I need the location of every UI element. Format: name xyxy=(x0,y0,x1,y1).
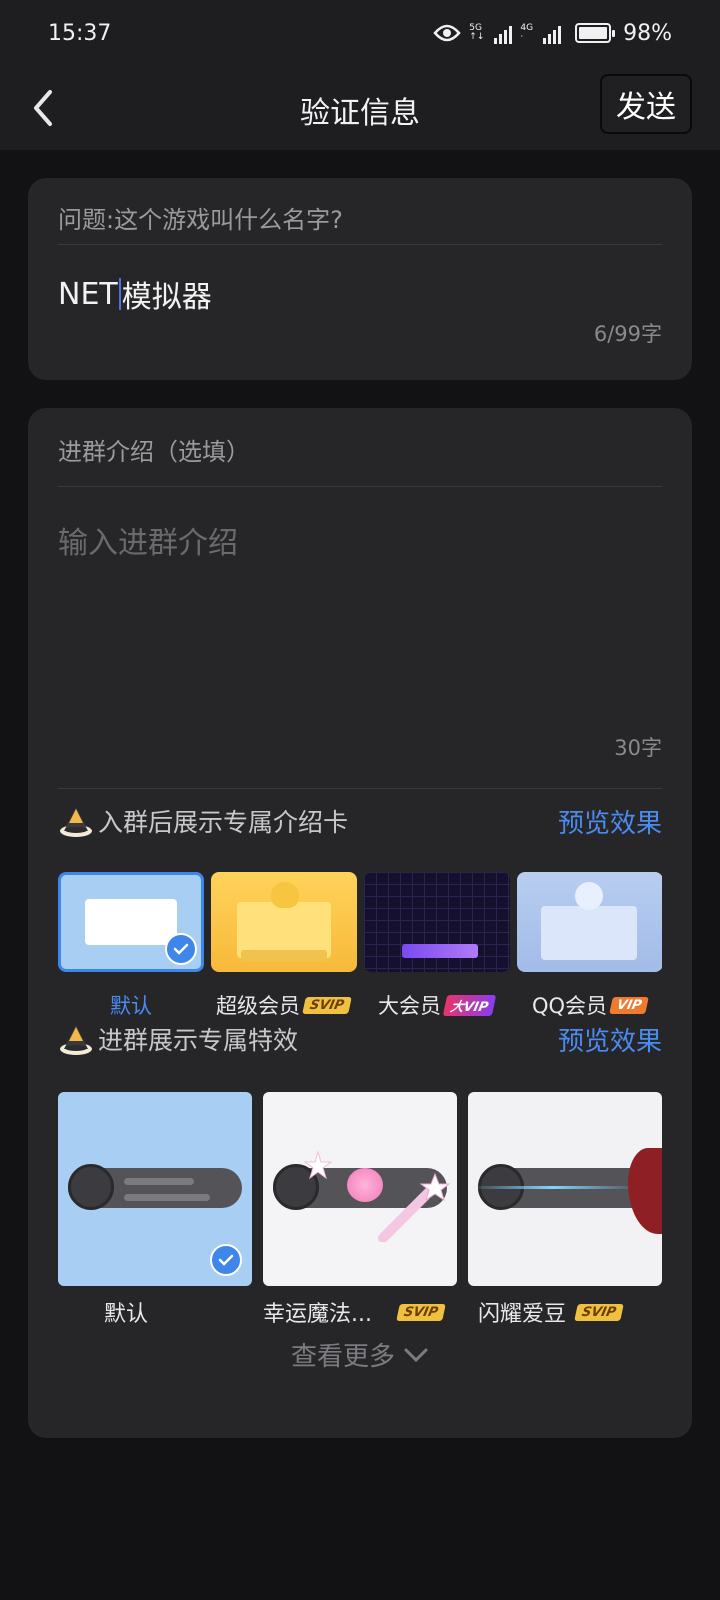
status-icons: 5G ↑↓ 4G · 98% xyxy=(433,21,672,46)
effect-shining-idol[interactable] xyxy=(468,1092,662,1286)
divider xyxy=(58,788,662,789)
intro-card-list: 默认 超级会员 SVIP 大会员 大VIP QQ会员 VIP xyxy=(58,872,662,1022)
effect-section-header: 进群展示专属特效 预览效果 xyxy=(58,1012,662,1066)
answer-text-before: NET xyxy=(58,276,118,312)
answer-counter: 6/99字 xyxy=(593,322,662,346)
card-preview-link[interactable]: 预览效果 xyxy=(558,803,662,840)
card-preview-shape xyxy=(402,944,478,958)
question-card: 问题:这个游戏叫什么名字? NET 模拟器 6/99字 xyxy=(28,178,692,380)
battery-fill xyxy=(579,27,607,39)
crown-icon xyxy=(60,807,92,837)
effect-shining-idol-label: 闪耀爱豆 SVIP xyxy=(478,1296,624,1328)
effect-bar-line xyxy=(124,1194,210,1201)
intro-card-default[interactable] xyxy=(58,872,204,972)
card-base-shape xyxy=(241,950,327,962)
intro-card-qqvip[interactable] xyxy=(517,872,662,972)
magic-wand-icon xyxy=(378,1172,451,1242)
intro-card-svip[interactable] xyxy=(211,872,357,972)
signal-icon xyxy=(494,22,513,44)
effect-lucky-magic-label: 幸运魔法... SVIP xyxy=(263,1296,446,1328)
nav-bar: 验证信息 发送 xyxy=(0,66,720,150)
battery-icon xyxy=(575,23,616,43)
chevron-down-icon xyxy=(404,1348,428,1362)
divider xyxy=(58,244,662,245)
intro-counter: 30字 xyxy=(614,736,662,760)
status-bar: 15:37 5G ↑↓ 4G · 98% xyxy=(0,0,720,66)
effect-default-label: 默认 xyxy=(104,1302,149,1327)
effect-section-title: 进群展示专属特效 xyxy=(58,1021,298,1057)
star-icon xyxy=(303,1150,333,1180)
card-section-title: 入群后展示专属介绍卡 xyxy=(58,803,348,839)
svip-badge: SVIP xyxy=(574,1303,624,1321)
signal-icon-2 xyxy=(543,22,562,44)
effect-preview-link[interactable]: 预览效果 xyxy=(558,1021,662,1058)
check-icon xyxy=(210,1244,242,1276)
network-4g-label: 4G · xyxy=(520,23,534,42)
avatar xyxy=(68,1164,114,1210)
question-label: 问题:这个游戏叫什么名字? xyxy=(58,206,343,234)
svip-badge: SVIP xyxy=(302,996,352,1014)
card-section-title-text: 入群后展示专属介绍卡 xyxy=(98,808,349,837)
text-caret xyxy=(118,278,121,310)
intro-label: 进群介绍（选填） xyxy=(58,438,250,466)
intro-input[interactable]: 输入进群介绍 xyxy=(58,518,238,562)
light-streak xyxy=(468,1186,638,1189)
see-more-label: 查看更多 xyxy=(290,1342,395,1372)
intro-card-bigvip[interactable] xyxy=(364,872,510,972)
card-preview-shape xyxy=(85,899,177,945)
see-more-button[interactable]: 查看更多 xyxy=(28,1336,692,1373)
send-button[interactable]: 发送 xyxy=(600,74,692,134)
eye-icon xyxy=(433,24,461,42)
network-5g-label: 5G ↑↓ xyxy=(469,23,485,42)
effect-section-title-text: 进群展示专属特效 xyxy=(98,1026,299,1055)
svip-badge: SVIP xyxy=(396,1303,446,1321)
effect-default[interactable] xyxy=(58,1092,252,1286)
vip-badge: VIP xyxy=(609,996,650,1014)
card-preview-shape xyxy=(541,906,637,960)
character-shape xyxy=(628,1148,662,1234)
divider xyxy=(58,486,662,487)
answer-text-after: 模拟器 xyxy=(121,280,212,315)
battery-percent: 98% xyxy=(623,20,672,46)
crown-icon xyxy=(60,1025,92,1055)
status-time: 15:37 xyxy=(48,20,112,46)
mascot-shape xyxy=(271,882,299,908)
check-icon xyxy=(165,933,197,965)
card-section-header: 入群后展示专属介绍卡 预览效果 xyxy=(58,794,662,848)
intro-card: 进群介绍（选填） 输入进群介绍 30字 入群后展示专属介绍卡 预览效果 默认 超… xyxy=(28,408,692,1438)
answer-input[interactable]: NET 模拟器 xyxy=(58,272,212,316)
effect-lucky-magic[interactable] xyxy=(263,1092,457,1286)
effect-list: 默认 幸运魔法... SVIP 闪耀爱豆 SVIP xyxy=(58,1092,662,1332)
mascot-shape xyxy=(575,882,603,910)
effect-bar-line xyxy=(124,1178,194,1185)
